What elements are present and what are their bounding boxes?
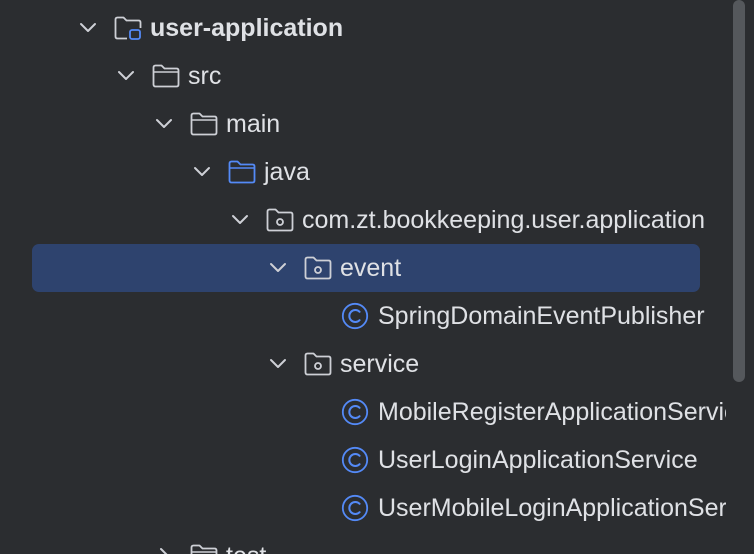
tree-item-class-user-mobile-login-application-service[interactable]: UserMobileLoginApplicationService (0, 484, 726, 532)
tree-item-user-application[interactable]: user-application (0, 4, 726, 52)
tree-item-label: service (340, 350, 420, 378)
tree-item-label: user-application (150, 14, 344, 42)
tree-item-test[interactable]: test (0, 532, 726, 554)
package-icon (266, 208, 294, 232)
chevron-right-icon[interactable] (154, 546, 174, 554)
tree-item-label: src (188, 62, 222, 90)
folder-icon (152, 64, 180, 88)
tree-item-src[interactable]: src (0, 52, 726, 100)
package-icon (304, 256, 332, 280)
tree-item-event[interactable]: event (0, 244, 726, 292)
tree-item-label: java (264, 158, 310, 186)
chevron-down-icon[interactable] (268, 258, 288, 278)
project-tree: user-application src main java com.zt.bo… (0, 0, 726, 554)
chevron-down-icon[interactable] (268, 354, 288, 374)
tree-item-label: UserLoginApplicationService (378, 446, 698, 474)
class-icon (341, 398, 369, 426)
chevron-down-icon[interactable] (116, 66, 136, 86)
vertical-scrollbar[interactable] (733, 0, 745, 382)
chevron-down-icon[interactable] (192, 162, 212, 182)
tree-item-label: main (226, 110, 281, 138)
tree-item-label: SpringDomainEventPublisher (378, 302, 705, 330)
tree-item-label: com.zt.bookkeeping.user.application (302, 206, 706, 234)
tree-item-label: test (226, 532, 266, 554)
class-icon (341, 302, 369, 330)
tree-item-java[interactable]: java (0, 148, 726, 196)
class-icon (341, 446, 369, 474)
tree-item-label: UserMobileLoginApplicationService (378, 494, 726, 522)
source-root-folder-icon (228, 160, 256, 184)
folder-icon (190, 112, 218, 136)
folder-icon (190, 544, 218, 554)
chevron-down-icon[interactable] (78, 18, 98, 38)
tree-item-class-user-login-application-service[interactable]: UserLoginApplicationService (0, 436, 726, 484)
chevron-down-icon[interactable] (230, 210, 250, 230)
package-icon (304, 352, 332, 376)
tree-item-package-application[interactable]: com.zt.bookkeeping.user.application (0, 196, 726, 244)
tree-item-class-mobile-register-application-service[interactable]: MobileRegisterApplicationService (0, 388, 726, 436)
tree-item-label: MobileRegisterApplicationService (378, 398, 726, 426)
chevron-down-icon[interactable] (154, 114, 174, 134)
class-icon (341, 494, 369, 522)
tree-item-class-spring-domain-event-publisher[interactable]: SpringDomainEventPublisher (0, 292, 726, 340)
module-folder-icon (114, 16, 142, 40)
tree-item-main[interactable]: main (0, 100, 726, 148)
tree-item-label: event (340, 254, 402, 282)
tree-item-service[interactable]: service (0, 340, 726, 388)
